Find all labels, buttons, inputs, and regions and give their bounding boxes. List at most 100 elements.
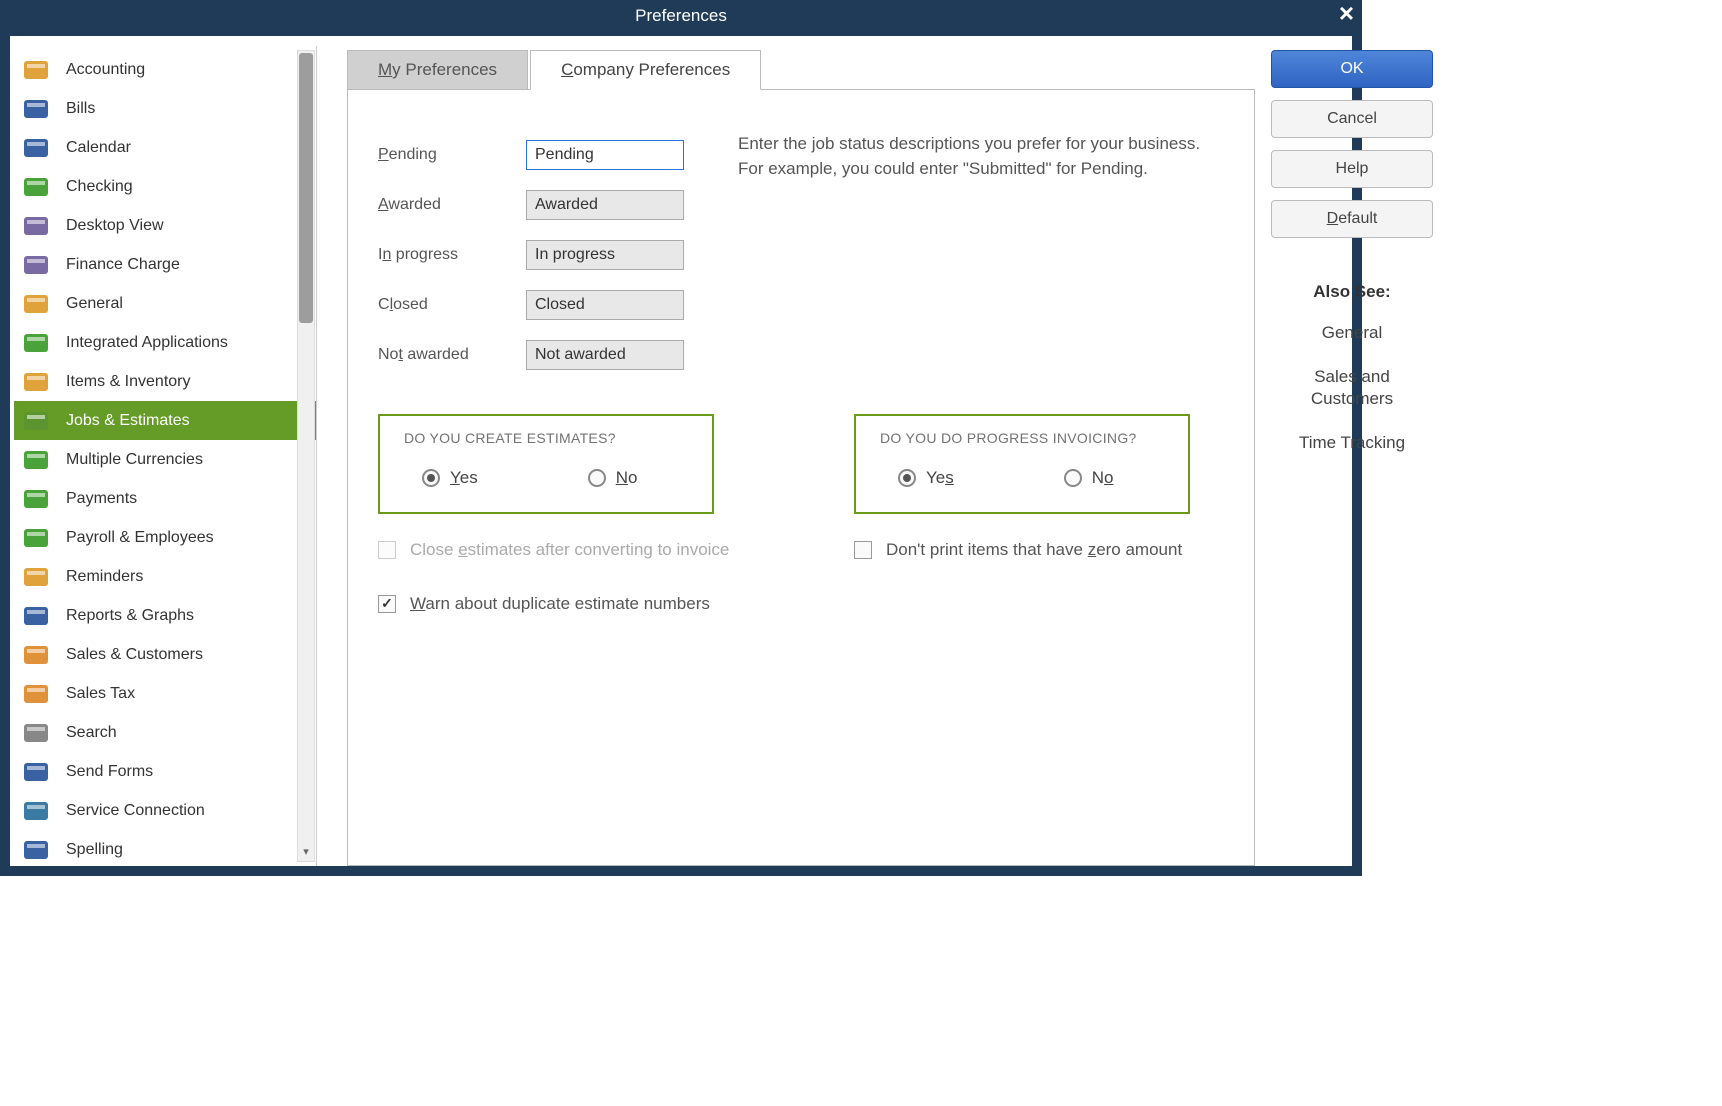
integrated-apps-icon — [22, 328, 52, 358]
sidebar-item-label: Search — [66, 724, 117, 742]
check-dont-print-zero[interactable]: Don't print items that have zero amount — [854, 538, 1214, 562]
status-instruction: Enter the job status descriptions you pr… — [718, 130, 1214, 380]
sidebar: Accounting Bills Calendar Checking Desktop V… — [10, 46, 317, 866]
finance-charge-icon — [22, 250, 52, 280]
sidebar-item-label: Payments — [66, 490, 137, 508]
sidebar-item-checking[interactable]: Checking — [14, 167, 316, 206]
sidebar-item-sales-customers[interactable]: Sales & Customers — [14, 635, 316, 674]
sidebar-item-label: Service Connection — [66, 802, 205, 820]
radio-progress-yes[interactable]: Yes — [898, 468, 954, 488]
sidebar-item-payroll[interactable]: Payroll & Employees — [14, 518, 316, 557]
input-closed[interactable] — [526, 290, 684, 320]
sidebar-item-jobs-estimates[interactable]: Jobs & Estimates — [14, 401, 316, 440]
tab-company-preferences[interactable]: Company Preferences — [530, 50, 761, 90]
checking-icon — [22, 172, 52, 202]
payroll-icon — [22, 523, 52, 553]
sidebar-item-label: Sales & Customers — [66, 646, 203, 664]
sidebar-item-general[interactable]: General — [14, 284, 316, 323]
label-closed: Closed — [378, 280, 496, 330]
search-icon — [22, 718, 52, 748]
cancel-button[interactable]: Cancel — [1271, 100, 1433, 138]
title-progress-invoicing: DO YOU DO PROGRESS INVOICING? — [880, 430, 1164, 446]
input-pending[interactable] — [526, 140, 684, 170]
sidebar-item-reminders[interactable]: Reminders — [14, 557, 316, 596]
sidebar-item-reports-graphs[interactable]: Reports & Graphs — [14, 596, 316, 635]
input-awarded[interactable] — [526, 190, 684, 220]
label-awarded: Awarded — [378, 180, 496, 230]
checkbox-icon — [854, 541, 872, 559]
radio-estimates-yes[interactable]: Yes — [422, 468, 478, 488]
sidebar-item-label: Bills — [66, 100, 95, 118]
sidebar-item-label: Sales Tax — [66, 685, 135, 703]
sidebar-item-label: Send Forms — [66, 763, 153, 781]
sidebar-item-label: Finance Charge — [66, 256, 180, 274]
input-in-progress[interactable] — [526, 240, 684, 270]
ok-button[interactable]: OK — [1271, 50, 1433, 88]
sidebar-item-desktop-view[interactable]: Desktop View — [14, 206, 316, 245]
button-column: OK Cancel Help Default Also See: General… — [1255, 50, 1433, 866]
also-see-title: Also See: — [1271, 282, 1433, 302]
box-progress-invoicing: DO YOU DO PROGRESS INVOICING? Yes No — [854, 414, 1190, 514]
send-forms-icon — [22, 757, 52, 787]
reports-graphs-icon — [22, 601, 52, 631]
check-close-estimates: Close estimates after converting to invo… — [378, 538, 738, 562]
sales-tax-icon — [22, 679, 52, 709]
checkbox-icon — [378, 595, 396, 613]
bills-icon — [22, 94, 52, 124]
radio-icon — [588, 469, 606, 487]
help-button[interactable]: Help — [1271, 150, 1433, 188]
radio-icon — [422, 469, 440, 487]
calendar-icon — [22, 133, 52, 163]
sidebar-item-finance-charge[interactable]: Finance Charge — [14, 245, 316, 284]
sidebar-item-label: Multiple Currencies — [66, 451, 203, 469]
sidebar-item-label: Checking — [66, 178, 133, 196]
also-see: Also See: General Sales and Customers Ti… — [1271, 282, 1433, 476]
sidebar-item-label: Reports & Graphs — [66, 607, 194, 625]
tab-body: Pending Awarded In progress Closed Not a… — [347, 89, 1255, 866]
items-inventory-icon — [22, 367, 52, 397]
sidebar-item-payments[interactable]: Payments — [14, 479, 316, 518]
input-not-awarded[interactable] — [526, 340, 684, 370]
window-title: Preferences — [0, 6, 1362, 26]
sidebar-item-sales-tax[interactable]: Sales Tax — [14, 674, 316, 713]
default-button[interactable]: Default — [1271, 200, 1433, 238]
sidebar-item-calendar[interactable]: Calendar — [14, 128, 316, 167]
sidebar-item-accounting[interactable]: Accounting — [14, 50, 316, 89]
accounting-icon — [22, 55, 52, 85]
title-bar: Preferences × — [0, 0, 1362, 36]
sales-customers-icon — [22, 640, 52, 670]
sidebar-item-label: Accounting — [66, 61, 145, 79]
sidebar-item-spelling[interactable]: Spelling — [14, 830, 316, 862]
sidebar-item-service-connection[interactable]: Service Connection — [14, 791, 316, 830]
sidebar-item-search[interactable]: Search — [14, 713, 316, 752]
also-see-time-tracking[interactable]: Time Tracking — [1271, 432, 1433, 454]
also-see-general[interactable]: General — [1271, 322, 1433, 344]
label-in-progress: In progress — [378, 230, 496, 280]
sidebar-item-label: Integrated Applications — [66, 334, 228, 352]
box-create-estimates: DO YOU CREATE ESTIMATES? Yes No — [378, 414, 714, 514]
close-icon[interactable]: × — [1339, 0, 1354, 26]
sidebar-item-items-inventory[interactable]: Items & Inventory — [14, 362, 316, 401]
service-connection-icon — [22, 796, 52, 826]
tab-my-preferences[interactable]: My Preferences — [347, 50, 528, 90]
radio-progress-no[interactable]: No — [1064, 468, 1114, 488]
sidebar-item-integrated-apps[interactable]: Integrated Applications — [14, 323, 316, 362]
sidebar-scrollbar[interactable]: ▴ ▾ — [297, 50, 315, 862]
sidebar-item-multiple-currencies[interactable]: Multiple Currencies — [14, 440, 316, 479]
sidebar-item-send-forms[interactable]: Send Forms — [14, 752, 316, 791]
tabs-row: My Preferences Company Preferences — [347, 50, 1255, 90]
scroll-down-icon[interactable]: ▾ — [298, 845, 314, 861]
radio-icon — [1064, 469, 1082, 487]
desktop-view-icon — [22, 211, 52, 241]
title-create-estimates: DO YOU CREATE ESTIMATES? — [404, 430, 688, 446]
check-warn-duplicate[interactable]: Warn about duplicate estimate numbers — [378, 592, 738, 616]
radio-estimates-no[interactable]: No — [588, 468, 638, 488]
sidebar-item-label: Spelling — [66, 841, 123, 859]
sidebar-item-label: Desktop View — [66, 217, 164, 235]
general-icon — [22, 289, 52, 319]
sidebar-item-label: General — [66, 295, 123, 313]
label-not-awarded: Not awarded — [378, 330, 496, 380]
scrollbar-thumb[interactable] — [299, 53, 313, 323]
also-see-sales-customers[interactable]: Sales and Customers — [1271, 366, 1433, 410]
sidebar-item-bills[interactable]: Bills — [14, 89, 316, 128]
